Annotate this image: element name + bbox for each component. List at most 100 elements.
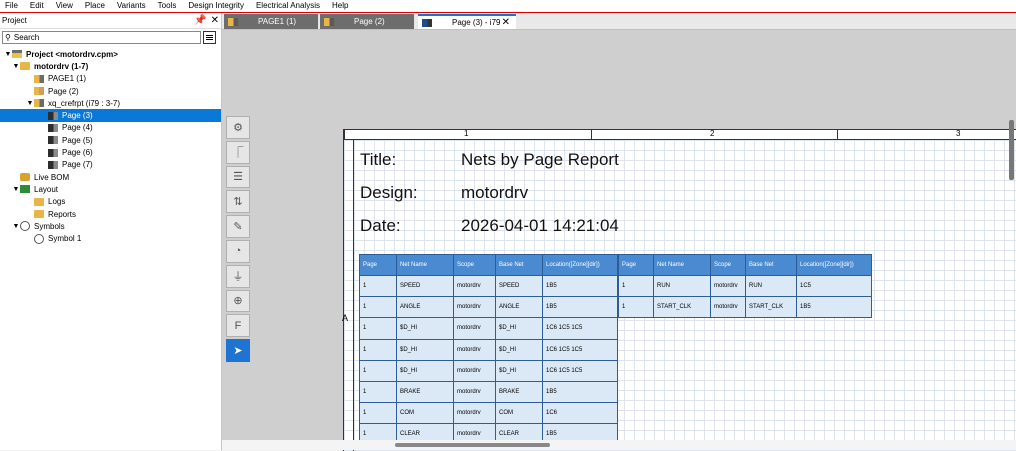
panel-menu-button[interactable]	[203, 31, 216, 44]
tree-item[interactable]: Reports	[0, 208, 221, 220]
table-cell: SPEED	[396, 274, 454, 298]
expand-arrow-icon[interactable]: ▼	[12, 223, 20, 230]
tree-item-label: Reports	[48, 209, 77, 219]
tree-item[interactable]: Live BOM	[0, 171, 221, 183]
table-cell: ANGLE	[396, 296, 454, 319]
tree-item-label: Symbols	[34, 221, 65, 231]
menu-item-design-integrity[interactable]: Design Integrity	[183, 0, 251, 12]
zone-divider	[837, 130, 838, 139]
menu-item-place[interactable]: Place	[80, 0, 112, 12]
tree-item[interactable]: ▼ Layout	[0, 183, 221, 195]
table-row: 1 COM motordrv COM 1C6	[359, 402, 618, 425]
table-cell: $D_HI	[495, 359, 543, 382]
menu-item-help[interactable]: Help	[327, 0, 355, 12]
text-note-icon[interactable]: ✎	[226, 215, 250, 238]
zone-number: 3	[956, 129, 961, 138]
tree-item[interactable]: ▼ motordrv (1-7)	[0, 60, 221, 72]
column-header: Base Net	[495, 254, 543, 276]
bus-icon[interactable]: ☰	[226, 165, 250, 189]
tree-item[interactable]: Symbol 1	[0, 232, 221, 244]
expand-arrow-icon[interactable]: ▼	[12, 186, 20, 193]
column-header: Location([Zone][dir])	[796, 254, 872, 276]
find-icon[interactable]: F	[226, 314, 250, 338]
sym-icon	[20, 221, 30, 232]
zone-letter: A	[342, 313, 349, 323]
tree-item[interactable]: Page (3)	[0, 109, 221, 122]
column-header: Page	[618, 254, 654, 276]
table-cell: 1	[359, 402, 397, 425]
title-label: Title:	[360, 150, 397, 169]
pagedark-icon	[48, 123, 58, 132]
tree-item[interactable]: ▼ xq_crefrpt (i79 : 3-7)	[0, 97, 221, 109]
shapes-icon[interactable]: ◔	[226, 239, 250, 263]
tree-item[interactable]: Page (4)	[0, 122, 221, 134]
pagedark-icon	[48, 111, 58, 120]
pagelight-icon	[34, 87, 44, 96]
table-cell: 1	[359, 317, 397, 340]
table-cell: COM	[396, 402, 454, 425]
component-icon[interactable]: ⚙	[226, 116, 250, 139]
zoom-icon[interactable]: ⊕	[226, 289, 250, 313]
proj-icon	[12, 50, 22, 59]
tab-3[interactable]: Page (3) - i79 ✕	[418, 14, 516, 29]
tree-item[interactable]: ▼ Symbols	[0, 220, 221, 232]
pin-icon[interactable]: 📌	[194, 15, 206, 26]
expand-arrow-icon[interactable]: ▼	[4, 51, 12, 58]
table-cell: 1C6 1C5 1C5	[542, 338, 618, 361]
wire-icon[interactable]: ⎾	[226, 140, 250, 164]
table-cell: 1	[359, 338, 397, 361]
title-value: Nets by Page Report	[461, 150, 619, 169]
tree-item-label: Layout	[34, 184, 59, 194]
tree-item[interactable]: PAGE1 (1)	[0, 73, 221, 85]
table-cell: $D_HI	[495, 338, 543, 361]
tree-item-label: Symbol 1	[48, 234, 82, 244]
tree-item[interactable]: Page (5)	[0, 134, 221, 146]
tree-item-label: Page (6)	[62, 148, 93, 158]
expand-arrow-icon[interactable]: ▼	[12, 63, 20, 70]
menu-item-variants[interactable]: Variants	[112, 0, 153, 12]
search-input[interactable]: ⚲ Search	[2, 31, 201, 44]
menu-item-edit[interactable]: Edit	[25, 0, 51, 12]
table-cell: 1C6	[542, 402, 618, 425]
tree-item[interactable]: Logs	[0, 196, 221, 208]
close-tab-icon[interactable]: ✕	[502, 17, 510, 28]
table-row: 1 $D_HI motordrv $D_HI 1C6 1C5 1C5	[359, 359, 618, 382]
menu-item-electrical-analysis[interactable]: Electrical Analysis	[251, 0, 327, 12]
schematic-sheet[interactable]: 1 2 3 A Title: Nets by Page Report Design:…	[342, 129, 1016, 451]
page-icon	[324, 17, 334, 26]
tab-2[interactable]: Page (2)	[320, 14, 414, 29]
tab-1[interactable]: PAGE1 (1)	[224, 14, 318, 29]
tree-item-label: Logs	[48, 197, 66, 207]
close-icon[interactable]: ✕	[211, 15, 219, 26]
column-header: Base Net	[745, 254, 797, 276]
menu-item-file[interactable]: File	[0, 0, 25, 12]
vertical-scroll-thumb[interactable]	[1009, 120, 1014, 180]
menu-item-tools[interactable]: Tools	[153, 0, 184, 12]
column-header: Net Name	[396, 254, 454, 276]
tree-item[interactable]: Page (6)	[0, 146, 221, 158]
tab-label: Page (2)	[354, 17, 385, 26]
tree-item-label: Project <motordrv.cpm>	[26, 49, 118, 59]
select-arrow-icon[interactable]: ➤	[226, 339, 250, 362]
page-icon	[422, 18, 432, 27]
expand-arrow-icon[interactable]: ▼	[26, 100, 34, 107]
table-cell: 1C6 1C5 1C5	[542, 359, 618, 382]
table-cell: BRAKE	[396, 380, 454, 404]
folder-icon	[34, 210, 44, 218]
tree-item[interactable]: Page (2)	[0, 85, 221, 97]
tree-item-label: Page (5)	[62, 135, 93, 145]
horizontal-scrollbar[interactable]	[222, 440, 1016, 450]
ground-icon[interactable]: ⏚	[226, 264, 250, 288]
horizontal-scroll-thumb[interactable]	[395, 443, 550, 447]
table-cell: START_CLK	[653, 296, 711, 319]
design-label: Design:	[360, 183, 418, 202]
tree-item[interactable]: ▼ Project <motordrv.cpm>	[0, 48, 221, 60]
sym-icon	[34, 233, 44, 244]
tree-item[interactable]: Page (7)	[0, 159, 221, 171]
table-cell: $D_HI	[396, 338, 454, 361]
table-cell: $D_HI	[396, 317, 454, 340]
table-cell: 1	[618, 296, 654, 319]
table-cell: RUN	[653, 274, 711, 298]
menu-item-view[interactable]: View	[51, 0, 80, 12]
net-group-icon[interactable]: ⇅	[226, 190, 250, 214]
